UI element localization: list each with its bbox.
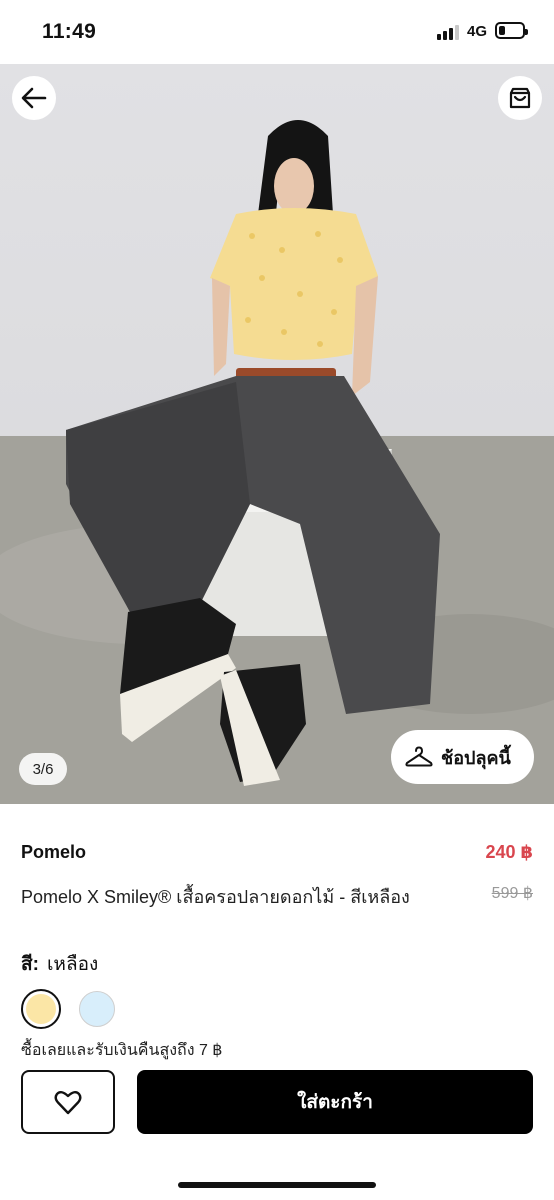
signal-icon — [437, 24, 463, 40]
status-time: 11:49 — [42, 20, 97, 43]
color-label: สี: — [21, 954, 39, 975]
sale-price: 240 ฿ — [485, 842, 533, 862]
product-name: Pomelo X Smiley® เสื้อครอปลายดอกไม้ - สี… — [21, 887, 410, 907]
network-type: 4G — [467, 23, 488, 40]
selected-color-name: เหลือง — [46, 954, 99, 975]
heart-icon — [54, 1090, 82, 1115]
add-to-cart-button[interactable]: ใส่ตะกร้า — [137, 1070, 533, 1134]
arrow-left-icon — [21, 87, 47, 109]
shopping-bag-icon — [509, 87, 531, 109]
cashback-text: ซื้อเลยและรับเงินคืนสูงถึง 7 ฿ — [21, 1042, 223, 1059]
color-swatch-light-blue[interactable] — [79, 991, 115, 1027]
home-indicator — [178, 1182, 376, 1188]
battery-icon — [495, 22, 528, 39]
back-button[interactable] — [12, 76, 56, 120]
product-photo — [0, 120, 554, 804]
brand-name: Pomelo — [21, 842, 87, 862]
shop-the-look-label: ช้อปลุคนี้ — [441, 747, 511, 768]
shop-the-look-button[interactable]: ช้อปลุคนี้ — [391, 730, 534, 784]
product-image-carousel[interactable]: 3/6 ช้อปลุคนี้ — [0, 64, 554, 804]
hanger-icon — [405, 746, 433, 767]
original-price: 599 ฿ — [491, 885, 533, 902]
color-selector-label: สี: เหลือง — [21, 949, 98, 979]
shopping-bag-button[interactable] — [498, 76, 542, 120]
wishlist-button[interactable] — [21, 1070, 115, 1134]
status-bar: 11:49 4G — [0, 0, 554, 64]
color-swatch-yellow[interactable] — [21, 989, 61, 1029]
image-counter: 3/6 — [19, 753, 67, 785]
